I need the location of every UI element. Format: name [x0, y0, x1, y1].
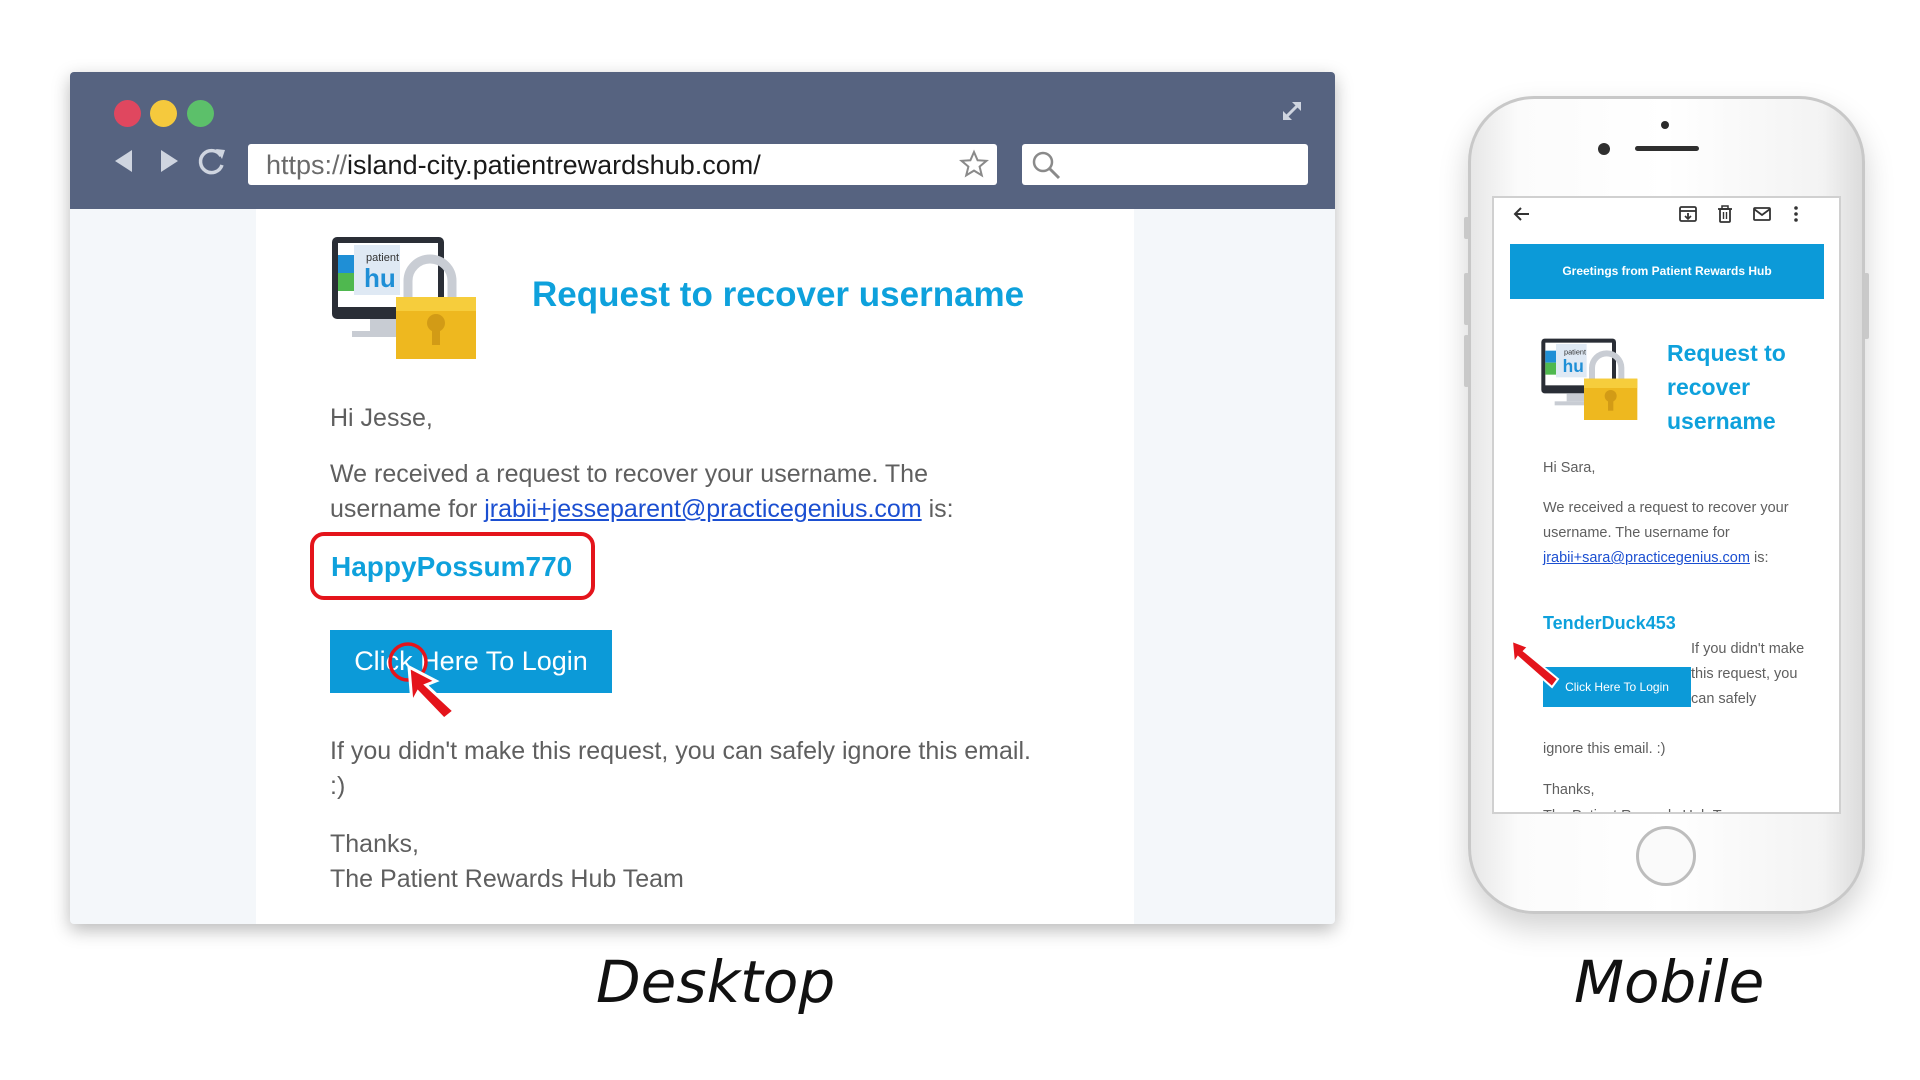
volume-down-button — [1464, 335, 1469, 387]
earpiece-speaker — [1635, 146, 1699, 151]
desktop-browser-window: https://island-city.patientrewardshub.co… — [70, 72, 1335, 924]
email-title: Request to recover username — [532, 275, 1025, 314]
search-icon — [1032, 151, 1061, 180]
home-button[interactable] — [1636, 826, 1696, 886]
arrow-right-icon[interactable] — [153, 146, 183, 176]
patient-hub-lock-logo-mobile: patient hu — [1541, 338, 1638, 420]
svg-text:hu: hu — [1563, 356, 1584, 376]
svg-text:patient: patient — [1564, 348, 1586, 357]
mobile-body-text-start: We received a request to recover your us… — [1543, 500, 1789, 541]
email-greeting: Hi Jesse, — [330, 404, 433, 432]
star-icon[interactable] — [959, 149, 989, 179]
patient-hub-lock-logo: patient hu — [332, 237, 476, 359]
mobile-email-body-paragraph: We received a request to recover your us… — [1543, 496, 1803, 571]
desktop-email-body: patient hu Request to recover username H… — [256, 209, 1134, 924]
mobile-email-greeting: Hi Sara, — [1543, 460, 1596, 476]
mobile-screen: Greetings from Patient Rewards Hub patie… — [1492, 196, 1841, 814]
mobile-email-thanks: Thanks, — [1543, 782, 1595, 798]
search-bar[interactable] — [1022, 144, 1308, 185]
minimize-window-dot[interactable] — [150, 100, 177, 127]
mute-switch — [1464, 217, 1469, 239]
body-text-end: is: — [921, 495, 954, 523]
mobile-phone-frame: Greetings from Patient Rewards Hub patie… — [1464, 96, 1869, 914]
pointer-arrow-icon — [1510, 639, 1560, 689]
mail-icon[interactable] — [1752, 204, 1772, 224]
trash-icon[interactable] — [1715, 204, 1735, 224]
reload-icon[interactable] — [197, 146, 227, 176]
back-arrow-icon[interactable] — [1512, 204, 1532, 224]
greeting-banner: Greetings from Patient Rewards Hub — [1510, 244, 1824, 299]
svg-text:hu: hu — [364, 263, 396, 293]
email-thanks: Thanks, — [330, 830, 419, 858]
arrow-left-icon[interactable] — [110, 146, 140, 176]
proximity-sensor — [1661, 121, 1669, 129]
username-highlight-box: HappyPossum770 — [310, 532, 595, 600]
archive-icon[interactable] — [1678, 204, 1698, 224]
email-signature: The Patient Rewards Hub Team — [330, 865, 684, 893]
mobile-ignore-notice-wrap: If you didn't make this request, you can… — [1691, 641, 1805, 707]
volume-up-button — [1464, 273, 1469, 325]
expand-icon[interactable] — [1279, 98, 1305, 124]
url-text: https://island-city.patientrewardshub.co… — [266, 150, 761, 181]
recovered-username: HappyPossum770 — [331, 551, 573, 582]
close-window-dot[interactable] — [114, 100, 141, 127]
mobile-recovered-username: TenderDuck453 — [1543, 613, 1676, 633]
url-host: island-city.patientrewardshub.com/ — [347, 150, 761, 180]
click-cursor-icon — [388, 642, 457, 722]
more-vertical-icon[interactable] — [1786, 204, 1806, 224]
browser-toolbar: https://island-city.patientrewardshub.co… — [70, 72, 1335, 209]
front-camera — [1598, 143, 1610, 155]
mobile-email-signature: The Patient Rewards Hub Team — [1543, 804, 1748, 812]
desktop-caption: Desktop — [596, 948, 836, 1016]
login-button[interactable]: Click Here To Login — [330, 630, 612, 693]
mobile-email-title: Request to recover username — [1667, 340, 1786, 434]
mobile-ignore-notice-end: ignore this email. :) — [1543, 741, 1666, 757]
ignore-notice: If you didn't make this request, you can… — [330, 737, 1031, 800]
maximize-window-dot[interactable] — [187, 100, 214, 127]
mail-app-toolbar — [1494, 198, 1839, 230]
power-button — [1864, 273, 1869, 339]
address-bar[interactable]: https://island-city.patientrewardshub.co… — [248, 144, 997, 185]
mobile-email-address-link[interactable]: jrabii+sara@practicegenius.com — [1543, 550, 1750, 566]
email-address-link[interactable]: jrabii+jesseparent@practicegenius.com — [484, 495, 921, 523]
mobile-body-text-end: is: — [1749, 550, 1769, 566]
email-body-paragraph: We received a request to recover your us… — [330, 457, 1030, 527]
mobile-caption: Mobile — [1574, 948, 1765, 1016]
url-protocol: https:// — [266, 150, 348, 180]
